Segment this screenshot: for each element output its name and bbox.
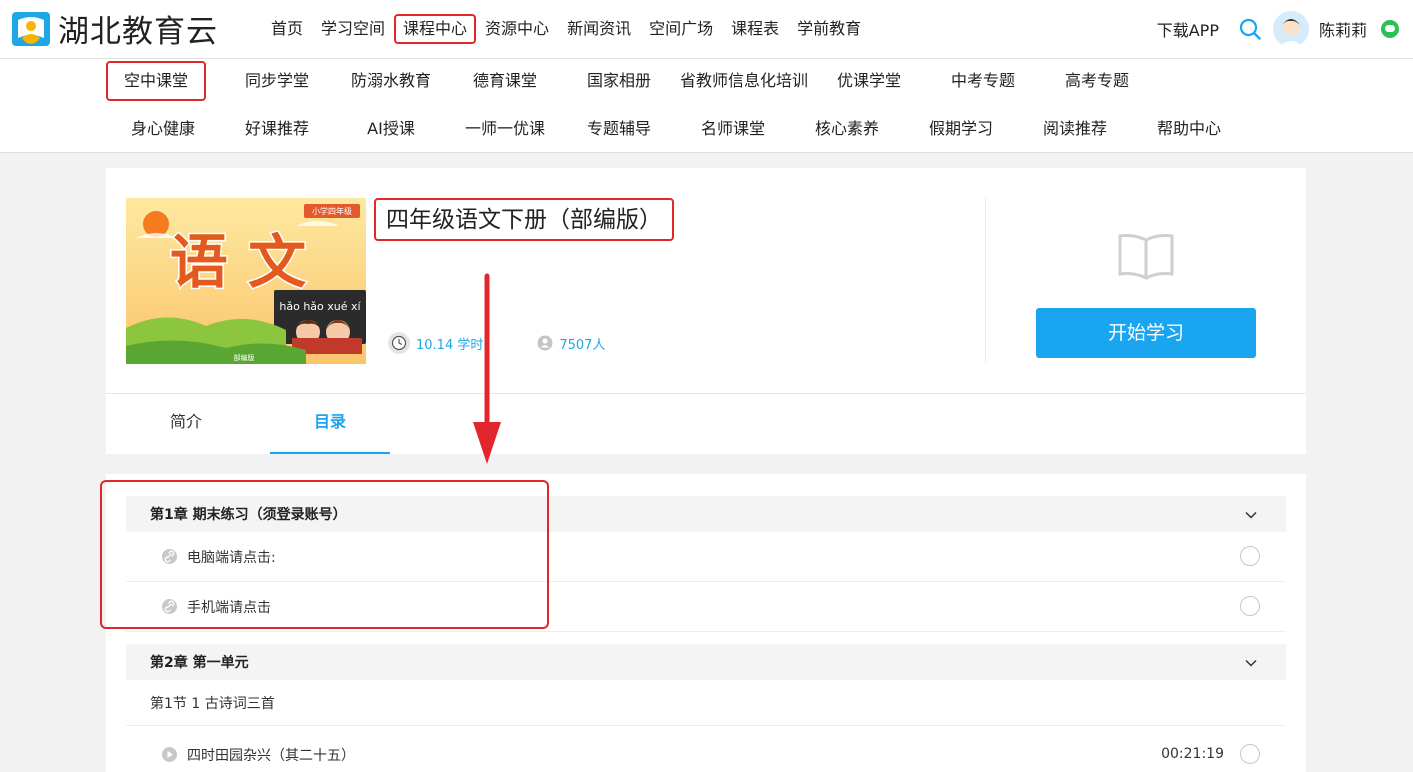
avatar[interactable]	[1272, 11, 1309, 47]
subnav-reading[interactable]: 阅读推荐	[1018, 109, 1132, 149]
nav-space-square[interactable]: 空间广场	[640, 16, 722, 42]
progress-circle-icon	[1240, 744, 1260, 764]
subnav-teacher-training[interactable]: 省教师信息化培训	[676, 61, 812, 101]
subnav-drowning-prevention[interactable]: 防溺水教育	[334, 61, 448, 101]
start-learning-button[interactable]: 开始学习	[1036, 308, 1256, 358]
cover-grade-badge: 小学四年级	[312, 206, 352, 216]
chevron-down-icon[interactable]	[1244, 655, 1258, 669]
annotation-arrow-icon	[470, 272, 504, 466]
section-row[interactable]: 第1节 1 古诗词三首	[126, 680, 1286, 726]
subnav-core-literacy[interactable]: 核心素养	[790, 109, 904, 149]
cover-edition: 部编版	[234, 353, 255, 362]
nav-learning-space[interactable]: 学习空间	[312, 16, 394, 42]
tab-toc[interactable]: 目录	[270, 394, 390, 454]
course-cover[interactable]: 小学四年级 语 文 hǎo hǎo xué xí 部编版	[126, 198, 366, 364]
progress-circle-icon	[1240, 546, 1260, 566]
top-header: 湖北教育云 首页 学习空间 课程中心 资源中心 新闻资讯 空间广场 课程表 学前…	[0, 0, 1413, 58]
cover-pinyin: hǎo hǎo xué xí	[279, 300, 361, 313]
user-count-icon	[537, 335, 553, 351]
download-app-link[interactable]: 下载APP	[1157, 17, 1219, 41]
tab-intro[interactable]: 简介	[126, 394, 246, 454]
site-logo[interactable]: 湖北教育云	[10, 6, 218, 51]
section-title: 第1节 1 古诗词三首	[150, 695, 275, 712]
nav-resource-center[interactable]: 资源中心	[476, 16, 558, 42]
subnav-moral-class[interactable]: 德育课堂	[448, 61, 562, 101]
brand-name: 湖北教育云	[58, 14, 218, 50]
subnav-excellent-class[interactable]: 优课学堂	[812, 61, 926, 101]
subnav-divider	[0, 152, 1413, 153]
card-vertical-divider	[985, 198, 986, 363]
main-nav: 首页 学习空间 课程中心 资源中心 新闻资讯 空间广场 课程表 学前教育	[262, 0, 870, 58]
lesson-title: 四时田园杂兴（其二十五）	[187, 747, 355, 764]
subnav-national-album[interactable]: 国家相册	[562, 61, 676, 101]
subnav-zhongkao[interactable]: 中考专题	[926, 61, 1040, 101]
logo-mark-icon	[10, 8, 52, 50]
clock-icon	[388, 332, 410, 354]
progress-circle-icon	[1240, 596, 1260, 616]
chevron-down-icon[interactable]	[1244, 507, 1258, 521]
message-status-icon[interactable]	[1381, 20, 1399, 38]
chapter-header[interactable]: 第1章 期末练习（须登录账号）	[126, 496, 1286, 532]
learner-count: 7507人	[559, 337, 606, 353]
chapter-header[interactable]: 第2章 第一单元	[126, 644, 1286, 680]
course-card: 小学四年级 语 文 hǎo hǎo xué xí 部编版 四年级语文下册（部编版…	[106, 168, 1306, 454]
course-title: 四年级语文下册（部编版）	[374, 198, 674, 241]
lesson-title: 手机端请点击	[187, 599, 271, 616]
search-icon[interactable]	[1239, 18, 1261, 40]
chapter-title: 第1章 期末练习（须登录账号）	[150, 507, 347, 523]
course-catalog: 第1章 期末练习（须登录账号） 电脑端请点击: 手机端请点击 第2章 第一单元 …	[106, 474, 1306, 772]
username[interactable]: 陈莉莉	[1319, 17, 1367, 41]
nav-preschool[interactable]: 学前教育	[788, 16, 870, 42]
subnav-tutoring[interactable]: 专题辅导	[562, 109, 676, 149]
subnav-health[interactable]: 身心健康	[106, 109, 220, 149]
chapter-title: 第2章 第一单元	[150, 655, 249, 671]
cover-subject-text: 语 文	[170, 228, 306, 296]
lesson-title: 电脑端请点击:	[187, 549, 276, 566]
subnav-help[interactable]: 帮助中心	[1132, 109, 1246, 149]
nav-course-center[interactable]: 课程中心	[394, 14, 477, 44]
subnav-ai-class[interactable]: AI授课	[334, 109, 448, 149]
nav-schedule[interactable]: 课程表	[722, 16, 788, 42]
list-item[interactable]: 电脑端请点击:	[126, 532, 1286, 582]
subnav-one-teacher[interactable]: 一师一优课	[448, 109, 562, 149]
nav-home[interactable]: 首页	[262, 16, 312, 42]
subnav-holiday[interactable]: 假期学习	[904, 109, 1018, 149]
subnav-air-class[interactable]: 空中课堂	[106, 61, 206, 101]
nav-news[interactable]: 新闻资讯	[558, 16, 640, 42]
book-icon	[1116, 230, 1176, 282]
link-icon	[162, 549, 177, 564]
subnav-sync-class[interactable]: 同步学堂	[220, 61, 334, 101]
subnav-famous-teacher[interactable]: 名师课堂	[676, 109, 790, 149]
lesson-duration: 00:21:19	[1161, 746, 1224, 762]
subnav-gaokao[interactable]: 高考专题	[1040, 61, 1154, 101]
user-area: 下载APP 陈莉莉	[1157, 0, 1399, 58]
subnav-recommended[interactable]: 好课推荐	[220, 109, 334, 149]
play-icon	[162, 747, 177, 762]
list-item[interactable]: 四时田园杂兴（其二十五） 00:21:19	[126, 730, 1286, 772]
link-icon	[162, 599, 177, 614]
list-item[interactable]: 手机端请点击	[126, 582, 1286, 632]
category-nav: 空中课堂 同步学堂 防溺水教育 德育课堂 国家相册 省教师信息化培训 优课学堂 …	[0, 59, 1413, 152]
